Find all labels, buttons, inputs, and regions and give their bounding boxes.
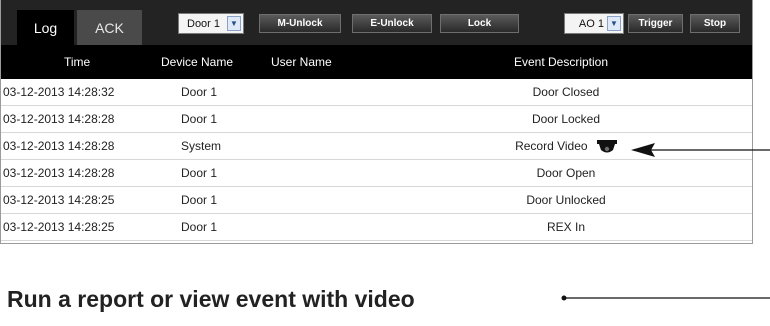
column-header-time[interactable]: Time [64,45,90,79]
camera-icon[interactable] [596,138,617,154]
cell-time: 03-12-2013 14:28:28 [3,139,115,153]
cell-time: 03-12-2013 14:28:28 [3,112,115,126]
cell-event: Door Locked [531,112,601,126]
chevron-down-icon[interactable]: ▼ [607,16,621,31]
cell-device: Door 1 [181,166,218,180]
tab-ack[interactable]: ACK [77,10,142,45]
callout-line-icon [561,295,770,301]
column-header-user[interactable]: User Name [271,45,332,79]
tab-log[interactable]: Log [17,10,74,45]
m-unlock-button[interactable]: M-Unlock [259,14,341,33]
cell-event: REX In [546,220,585,234]
trigger-button[interactable]: Trigger [628,14,683,33]
cell-device: Door 1 [181,220,218,234]
cell-device: Door 1 [181,193,218,207]
door-select[interactable]: Door 1 ▼ [178,13,244,34]
cell-event: Door Unlocked [526,193,606,207]
ao-select-value: AO 1 [578,17,604,30]
callout-arrow-icon [631,143,770,157]
cell-time: 03-12-2013 14:28:25 [3,193,115,207]
table-row[interactable]: 03-12-2013 14:28:25 Door 1 REX In [1,214,752,241]
cell-device: Door 1 [181,85,218,99]
cell-time: 03-12-2013 14:28:32 [3,85,115,99]
chevron-down-icon[interactable]: ▼ [227,16,241,31]
cell-device: Door 1 [181,112,218,126]
table-header: Time Device Name User Name Event Descrip… [1,45,752,79]
table-row[interactable]: 03-12-2013 14:28:28 Door 1 Door Open [1,160,752,187]
cell-event-text: Record Video [515,139,588,153]
toolbar: Log ACK Door 1 ▼ M-Unlock E-Unlock Lock … [1,0,752,45]
e-unlock-button[interactable]: E-Unlock [352,14,432,33]
cell-time: 03-12-2013 14:28:25 [3,220,115,234]
column-header-device[interactable]: Device Name [161,45,233,79]
cell-time: 03-12-2013 14:28:28 [3,166,115,180]
lock-button[interactable]: Lock [440,14,519,33]
column-header-event[interactable]: Event Description [486,45,636,79]
door-select-value: Door 1 [187,17,221,30]
table-row[interactable]: 03-12-2013 14:28:25 Door 1 Door Unlocked [1,187,752,214]
cell-event: Door Open [536,166,596,180]
stop-button[interactable]: Stop [690,14,740,33]
table-row[interactable]: 03-12-2013 14:28:28 Door 1 Door Locked [1,106,752,133]
cell-device: System [181,139,222,153]
ao-select[interactable]: AO 1 ▼ [564,13,624,34]
cell-event: Door Closed [532,85,600,99]
event-log-panel: Log ACK Door 1 ▼ M-Unlock E-Unlock Lock … [0,0,753,244]
event-table-body: 03-12-2013 14:28:32 Door 1 Door Closed 0… [1,79,752,241]
table-row[interactable]: 03-12-2013 14:28:32 Door 1 Door Closed [1,79,752,106]
caption-text: Run a report or view event with video [7,286,415,312]
